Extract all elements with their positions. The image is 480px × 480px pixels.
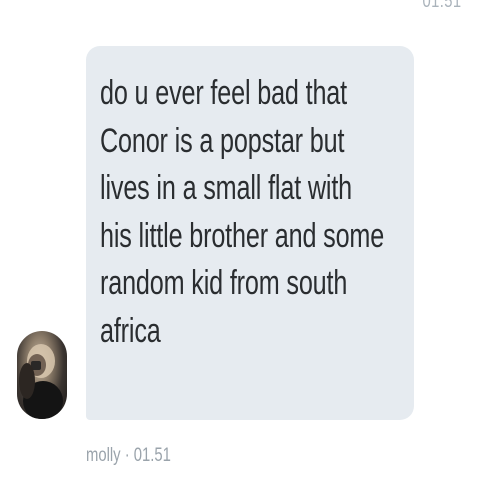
message-meta: molly · 01.51 (86, 445, 171, 467)
sender-avatar[interactable] (17, 331, 67, 419)
message-text: do u ever feel bad that Conor is a popst… (100, 74, 385, 350)
sender-name[interactable]: molly (86, 445, 121, 466)
message-bubble[interactable]: do u ever feel bad that Conor is a popst… (86, 46, 414, 420)
conversation-screen: 01.51 do u ever feel bad that Conor is a… (0, 0, 480, 480)
previous-message-timestamp: 01.51 (423, 0, 462, 11)
meta-separator: · (124, 445, 130, 466)
avatar-photo-icon (19, 344, 63, 419)
message-timestamp: 01.51 (133, 445, 171, 466)
